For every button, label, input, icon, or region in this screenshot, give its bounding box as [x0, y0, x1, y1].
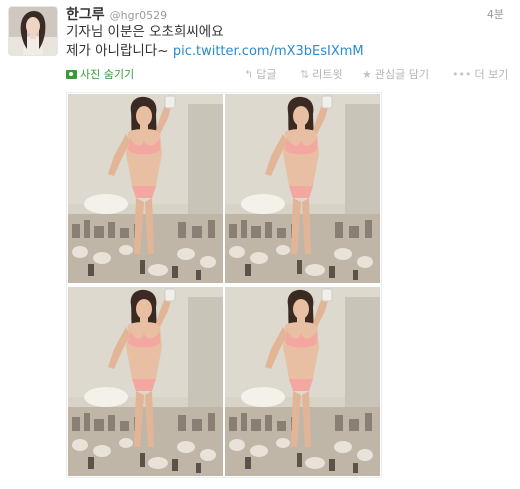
retweet-button[interactable]: ⇅ 리트윗: [300, 66, 343, 82]
more-button[interactable]: ••• 더 보기: [452, 66, 508, 82]
avatar[interactable]: [8, 6, 58, 56]
photo-grid[interactable]: [66, 92, 382, 478]
favorite-button[interactable]: ★ 관심글 담기: [362, 66, 429, 82]
timestamp[interactable]: 4분: [487, 6, 504, 22]
photo-link[interactable]: pic.twitter.com/mX3bEsIXmM: [173, 44, 364, 59]
reply-icon: ↰: [244, 67, 254, 81]
more-label: 더 보기: [474, 68, 509, 81]
star-icon: ★: [362, 67, 372, 81]
tweet-actions: 사진 숨기기 ↰ 답글 ⇅ 리트윗 ★ 관심글 담기 ••• 더 보기: [66, 66, 514, 82]
tweet-text-line: 기자님 이분은 오초희씨에요: [66, 24, 224, 40]
hide-photo-button[interactable]: 사진 숨기기: [66, 66, 134, 82]
tweet-photo: [67, 93, 381, 477]
tweet-text-line: 제가 아니랍니다~: [66, 43, 173, 59]
profile-photo: [9, 7, 57, 55]
tweet-header: 한그루 @hgr0529 4분: [66, 4, 510, 23]
reply-label: 답글: [256, 68, 277, 81]
photo-icon: [66, 69, 77, 79]
hide-photo-label: 사진 숨기기: [80, 68, 135, 81]
user-fullname[interactable]: 한그루: [66, 7, 105, 23]
retweet-label: 리트윗: [312, 68, 343, 81]
favorite-label: 관심글 담기: [374, 68, 429, 81]
tweet-text-line-2: 제가 아니랍니다~ pic.twitter.com/mX3bEsIXmM: [66, 42, 496, 61]
user-handle[interactable]: @hgr0529: [110, 9, 167, 22]
retweet-icon: ⇅: [300, 67, 310, 81]
more-dots-icon: •••: [452, 67, 472, 81]
reply-button[interactable]: ↰ 답글: [244, 66, 276, 82]
tweet-text: 기자님 이분은 오초희씨에요 제가 아니랍니다~ pic.twitter.com…: [66, 23, 496, 61]
tweet: 한그루 @hgr0529 4분 기자님 이분은 오초희씨에요 제가 아니랍니다~ …: [0, 0, 520, 489]
